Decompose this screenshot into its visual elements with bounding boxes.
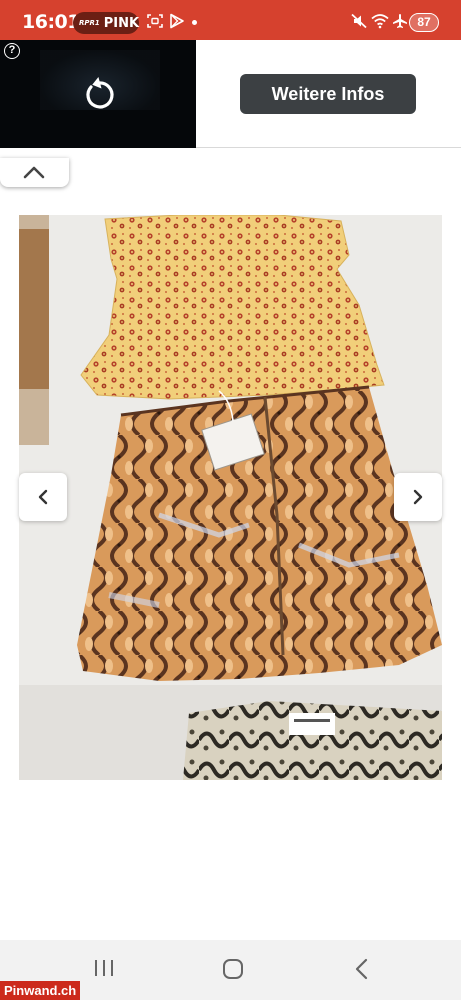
recent-apps-icon[interactable] bbox=[93, 958, 115, 978]
help-icon[interactable]: ? bbox=[4, 43, 20, 59]
next-image-button[interactable] bbox=[394, 473, 442, 521]
notification-dot bbox=[192, 20, 197, 25]
home-icon[interactable] bbox=[222, 958, 244, 980]
collapse-ad-tab[interactable] bbox=[0, 158, 69, 187]
back-icon[interactable] bbox=[352, 958, 372, 980]
screenshot-icon bbox=[147, 14, 163, 28]
status-time: 16:01 bbox=[22, 11, 80, 33]
page: 16:01 RPR1 PINK 87 ? Weitere Infos Pinwa… bbox=[0, 0, 461, 1000]
replay-icon[interactable] bbox=[82, 75, 116, 111]
product-photo-illustration bbox=[19, 215, 442, 780]
watermark: Pinwand.ch bbox=[0, 981, 80, 1000]
airplane-icon bbox=[393, 14, 407, 28]
product-photo[interactable] bbox=[19, 215, 442, 780]
play-store-icon bbox=[170, 13, 184, 29]
previous-image-button[interactable] bbox=[19, 473, 67, 521]
radio-logo: RPR1 bbox=[79, 19, 100, 27]
status-bar: 16:01 RPR1 PINK 87 bbox=[0, 0, 461, 40]
ad-video[interactable]: ? bbox=[0, 40, 196, 148]
radio-notification-pill[interactable]: RPR1 PINK bbox=[73, 12, 139, 34]
chevron-up-icon bbox=[23, 166, 45, 179]
chevron-right-icon bbox=[413, 489, 423, 505]
mute-icon bbox=[351, 13, 367, 29]
more-info-button[interactable]: Weitere Infos bbox=[240, 74, 416, 114]
chevron-left-icon bbox=[38, 489, 48, 505]
ad-banner[interactable]: ? Weitere Infos bbox=[0, 40, 461, 148]
wifi-icon bbox=[371, 14, 389, 29]
battery-icon: 87 bbox=[409, 13, 439, 32]
radio-name: PINK bbox=[103, 15, 140, 31]
